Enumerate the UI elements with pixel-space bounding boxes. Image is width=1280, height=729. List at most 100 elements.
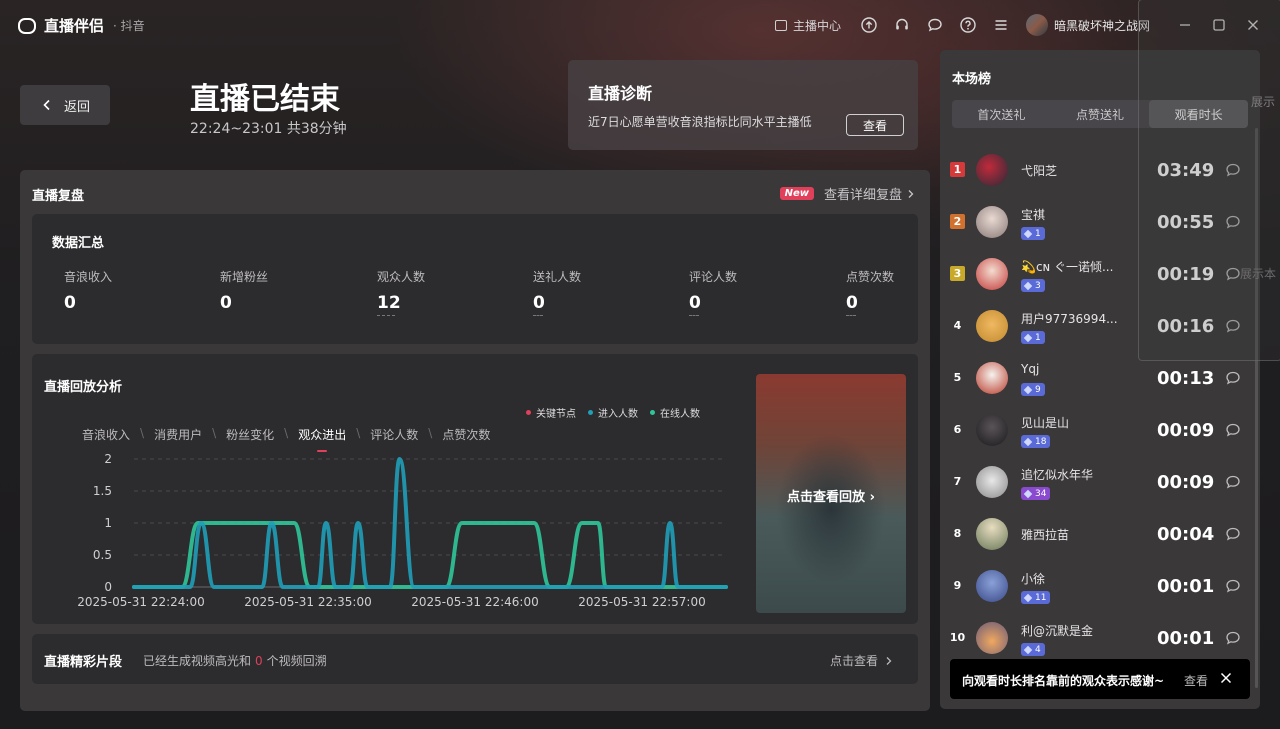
viewer-name: Yqj: [1021, 362, 1040, 376]
avatar[interactable]: [976, 414, 1008, 446]
host-center-button[interactable]: 主播中心: [774, 17, 841, 34]
tab-fans-change[interactable]: 粉丝变化: [222, 426, 278, 443]
toast-text: 向观看时长排名靠前的观众表示感谢~: [962, 674, 1165, 688]
metric-underline: [377, 315, 395, 316]
watch-time: 00:13: [1157, 368, 1215, 389]
highlights-title: 直播精彩片段: [44, 655, 123, 670]
chat-icon[interactable]: [1225, 630, 1241, 646]
tab-first-gift[interactable]: 首次送礼: [952, 100, 1051, 128]
fan-level-badge: 18: [1021, 435, 1051, 448]
metric-underline: [689, 315, 699, 316]
detail-link-label: 查看详细复盘: [823, 188, 902, 203]
metric-viewers[interactable]: 观众人数 12: [377, 268, 517, 316]
metric-gift-income[interactable]: 音浪收入 0: [64, 268, 204, 313]
rank-number: 10: [949, 631, 966, 644]
headset-icon[interactable]: [894, 17, 910, 33]
avatar[interactable]: [976, 154, 1008, 186]
rank-number: 7: [953, 475, 962, 488]
ranking-row[interactable]: 6 见山是山 18 00:09: [940, 404, 1260, 456]
menu-icon[interactable]: [993, 17, 1009, 33]
back-button[interactable]: 返回: [20, 85, 110, 125]
message-icon[interactable]: [927, 17, 943, 33]
tab-separator: \: [428, 426, 433, 440]
avatar[interactable]: [976, 518, 1008, 550]
metric-underline: [533, 315, 543, 316]
avatar[interactable]: [976, 310, 1008, 342]
summary-title: 数据汇总: [52, 236, 105, 251]
highlights-view-link[interactable]: 点击查看: [830, 652, 894, 669]
metric-value: 0: [220, 293, 232, 313]
chart-legend: 关键节点 进入人数 在线人数: [526, 405, 712, 420]
legend-dot: [650, 410, 655, 415]
legend-dot: [588, 410, 593, 415]
chat-icon[interactable]: [1225, 370, 1241, 386]
tab-audience-in-out[interactable]: 观众进出: [294, 426, 350, 452]
viewer-name: 弋阳芝: [1021, 164, 1058, 178]
review-title: 直播复盘: [32, 189, 85, 204]
data-summary-card: 数据汇总 音浪收入 0 新增粉丝 0 观众人数 12 送礼人数 0 评论人数 0…: [32, 214, 918, 344]
tab-commenters[interactable]: 评论人数: [366, 426, 422, 443]
chat-icon[interactable]: [1225, 526, 1241, 542]
app-name: 直播伴侣: [44, 17, 105, 35]
replay-blur: [776, 434, 886, 584]
x-tick-label: 2025-05-31 22:46:00: [411, 595, 538, 609]
chat-icon[interactable]: [1225, 474, 1241, 490]
chat-icon[interactable]: [1225, 422, 1241, 438]
legend-dot: [526, 410, 531, 415]
viewer-name: 💫ᴄɴ ぐ一诺倾...: [1021, 260, 1114, 274]
replay-analysis-card: 直播回放分析 关键节点 进入人数 在线人数 音浪收入 \ 消费用户 \ 粉丝变化…: [32, 354, 918, 624]
badge-level: 18: [1035, 436, 1047, 447]
avatar[interactable]: [976, 206, 1008, 238]
ranking-row[interactable]: 8 雅西拉苗 00:04: [940, 508, 1260, 560]
ranking-row[interactable]: 10 利@沉默是金 4 00:01: [940, 612, 1260, 664]
metric-commenters[interactable]: 评论人数 0: [689, 268, 829, 316]
avatar: [1025, 14, 1048, 36]
view-detail-review-link[interactable]: New 查看详细复盘: [779, 184, 916, 203]
diamond-icon: [1023, 437, 1033, 446]
legend-label: 在线人数: [660, 409, 700, 420]
tab-likes[interactable]: 点赞次数: [438, 426, 494, 443]
tab-like-gift[interactable]: 点赞送礼: [1051, 100, 1150, 128]
ranking-row[interactable]: 9 小徐 11 00:01: [940, 560, 1260, 612]
badge-level: 1: [1035, 332, 1041, 343]
help-icon[interactable]: [960, 17, 976, 33]
avatar[interactable]: [976, 466, 1008, 498]
avatar[interactable]: [976, 622, 1008, 654]
toast-view-button[interactable]: 查看: [1184, 672, 1208, 689]
platform-name: · 抖音: [113, 19, 145, 33]
fan-level-badge: 1: [1021, 331, 1045, 344]
viewer-name: 追忆似水年华: [1021, 468, 1094, 482]
chat-icon[interactable]: [1225, 578, 1241, 594]
user-profile[interactable]: 暗黑破坏神之战网: [1025, 14, 1150, 36]
upload-icon[interactable]: [861, 17, 877, 33]
overlay-window: [1138, 0, 1280, 361]
close-icon[interactable]: [1219, 671, 1233, 685]
watch-time: 00:01: [1157, 628, 1215, 649]
tab-paying-users[interactable]: 消费用户: [150, 426, 206, 443]
replay-thumbnail[interactable]: 点击查看回放 ›: [756, 374, 906, 613]
tab-gift-income[interactable]: 音浪收入: [78, 426, 134, 443]
diagnosis-card: 直播诊断 近7日心愿单营收音浪指标比同水平主播低 查看: [568, 60, 918, 150]
diamond-icon: [1023, 333, 1033, 342]
avatar[interactable]: [976, 570, 1008, 602]
metric-label: 评论人数: [689, 270, 738, 284]
logo-icon: [18, 17, 36, 34]
metric-new-fans[interactable]: 新增粉丝 0: [220, 268, 360, 313]
ranking-row[interactable]: 7 追忆似水年华 34 00:09: [940, 456, 1260, 508]
highlights-card: 直播精彩片段 已经生成视频高光和 0 个视频回溯 点击查看: [32, 634, 918, 684]
analysis-title: 直播回放分析: [44, 380, 123, 395]
username: 暗黑破坏神之战网: [1053, 18, 1150, 33]
badge-level: 34: [1035, 488, 1047, 499]
rank-number: 4: [953, 319, 962, 332]
y-tick-label: 1.5: [93, 484, 112, 498]
viewer-name: 见山是山: [1021, 416, 1070, 430]
diagnosis-view-button[interactable]: 查看: [846, 114, 904, 136]
host-center-label: 主播中心: [792, 18, 841, 33]
avatar[interactable]: [976, 258, 1008, 290]
viewer-name: 雅西拉苗: [1021, 528, 1070, 542]
avatar[interactable]: [976, 362, 1008, 394]
overlay-text: 展示本: [1240, 267, 1277, 281]
diamond-icon: [1023, 645, 1033, 654]
metric-label: 新增粉丝: [220, 270, 269, 284]
metric-gifters[interactable]: 送礼人数 0: [533, 268, 673, 316]
